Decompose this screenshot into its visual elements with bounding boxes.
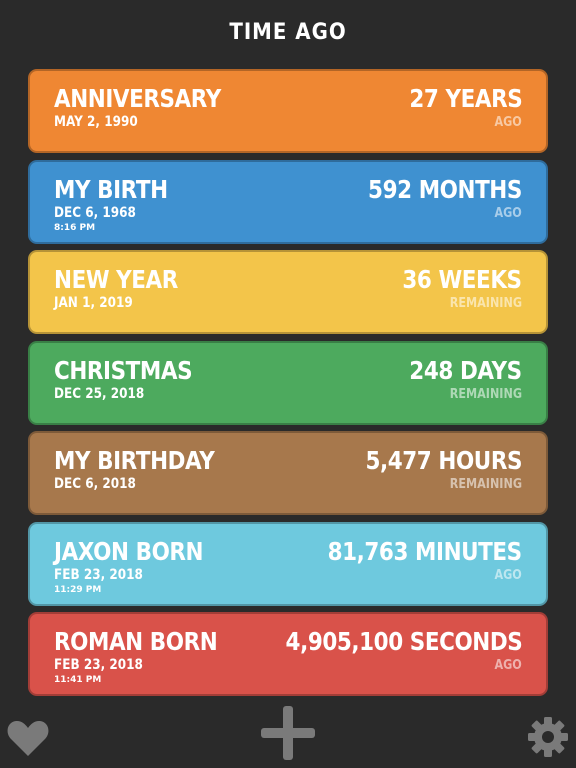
- event-list: ANNIVERSARY MAY 2, 1990 27 YEARS AGO MY …: [28, 69, 548, 703]
- event-relation: REMAINING: [449, 386, 522, 402]
- event-relation: AGO: [494, 658, 522, 673]
- event-amount: 592 MONTHS: [368, 174, 522, 204]
- event-amount: 27 YEARS: [409, 84, 522, 113]
- event-name: ANNIVERSARY: [54, 84, 221, 113]
- event-date: MAY 2, 1990: [54, 114, 138, 130]
- event-date: DEC 6, 2018: [54, 476, 136, 492]
- event-time: 11:41 PM: [54, 675, 102, 685]
- event-card-jaxon-born[interactable]: JAXON BORN FEB 23, 2018 11:29 PM 81,763 …: [28, 521, 548, 606]
- event-card-my-birth[interactable]: MY BIRTH DEC 6, 1968 8:16 PM 592 MONTHS …: [28, 159, 548, 244]
- event-name: NEW YEAR: [54, 265, 178, 294]
- event-card-roman-born[interactable]: ROMAN BORN FEB 23, 2018 11:41 PM 4,905,1…: [28, 612, 548, 696]
- plus-icon[interactable]: [259, 704, 317, 762]
- event-amount: 36 WEEKS: [402, 265, 523, 294]
- event-name: CHRISTMAS: [54, 355, 193, 385]
- gear-icon[interactable]: [527, 716, 569, 758]
- bottom-toolbar: [0, 698, 576, 768]
- event-card-anniversary[interactable]: ANNIVERSARY MAY 2, 1990 27 YEARS AGO: [28, 69, 548, 153]
- event-amount: 81,763 MINUTES: [327, 536, 523, 566]
- event-date: FEB 23, 2018: [54, 657, 143, 673]
- event-amount: 4,905,100 SECONDS: [285, 627, 522, 656]
- event-card-new-year[interactable]: NEW YEAR JAN 1, 2019 36 WEEKS REMAINING: [28, 250, 548, 334]
- event-card-my-birthday[interactable]: MY BIRTHDAY DEC 6, 2018 5,477 HOURS REMA…: [28, 431, 548, 515]
- event-name: MY BIRTH: [54, 174, 168, 204]
- page-title: TIME AGO: [229, 20, 347, 45]
- event-date: FEB 23, 2018: [54, 566, 143, 583]
- event-time: 11:29 PM: [54, 584, 102, 595]
- event-time: 8:16 PM: [54, 222, 96, 233]
- event-relation: REMAINING: [449, 477, 522, 492]
- event-amount: 5,477 HOURS: [365, 446, 522, 475]
- event-date: DEC 6, 1968: [54, 204, 136, 221]
- event-date: DEC 25, 2018: [54, 385, 145, 402]
- event-name: ROMAN BORN: [54, 627, 218, 656]
- event-card-christmas[interactable]: CHRISTMAS DEC 25, 2018 248 DAYS REMAININ…: [28, 340, 548, 425]
- heart-icon[interactable]: [6, 716, 50, 760]
- event-relation: AGO: [494, 205, 522, 221]
- event-relation: REMAINING: [449, 296, 522, 311]
- event-date: JAN 1, 2019: [54, 295, 133, 311]
- event-amount: 248 DAYS: [409, 355, 523, 385]
- event-name: MY BIRTHDAY: [54, 446, 215, 475]
- event-name: JAXON BORN: [54, 536, 204, 566]
- event-relation: AGO: [494, 115, 522, 130]
- time-ago-screen: TIME AGO ANNIVERSARY MAY 2, 1990 27 YEAR…: [0, 0, 576, 768]
- event-relation: AGO: [494, 567, 522, 583]
